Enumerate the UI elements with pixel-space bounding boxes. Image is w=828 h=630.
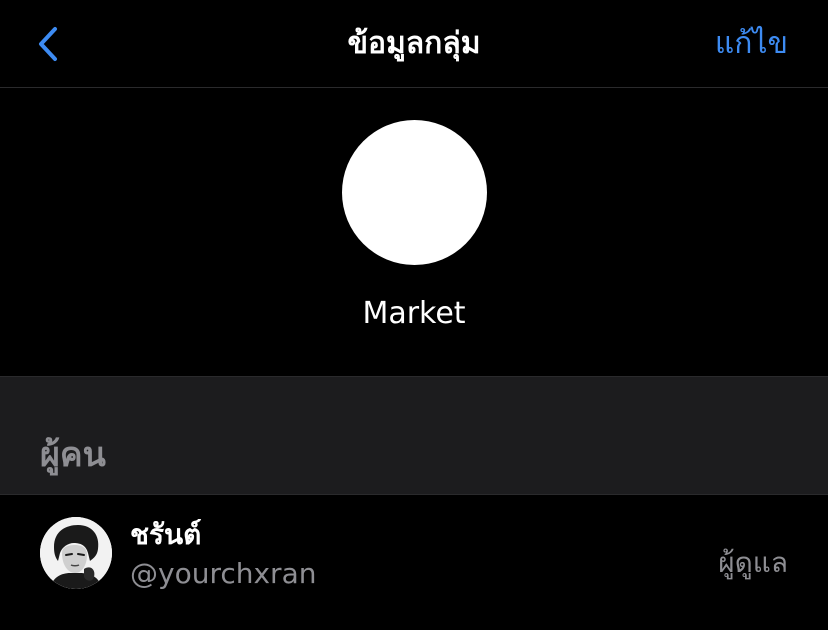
section-header-label: ผู้คน [40,435,106,475]
page-title: ข้อมูลกลุ่ม [347,26,481,61]
member-role-badge: ผู้ดูแล [718,546,788,579]
member-row[interactable]: ชรันต์ @yourchxran ผู้ดูแล [0,495,828,630]
group-avatar[interactable] [342,120,487,265]
member-display-name: ชรันต์ [130,518,202,551]
avatar [40,517,112,589]
navigation-bar: ข้อมูลกลุ่ม แก้ไข [0,0,828,88]
people-section-header: ผู้คน [0,376,828,495]
group-name: Market [362,296,466,331]
chevron-left-icon [39,27,57,61]
user-portrait-icon [40,517,112,589]
group-profile: Market [0,88,828,376]
member-handle: @yourchxran [130,557,317,590]
edit-button[interactable]: แก้ไข [715,0,788,88]
back-button[interactable] [26,20,70,68]
